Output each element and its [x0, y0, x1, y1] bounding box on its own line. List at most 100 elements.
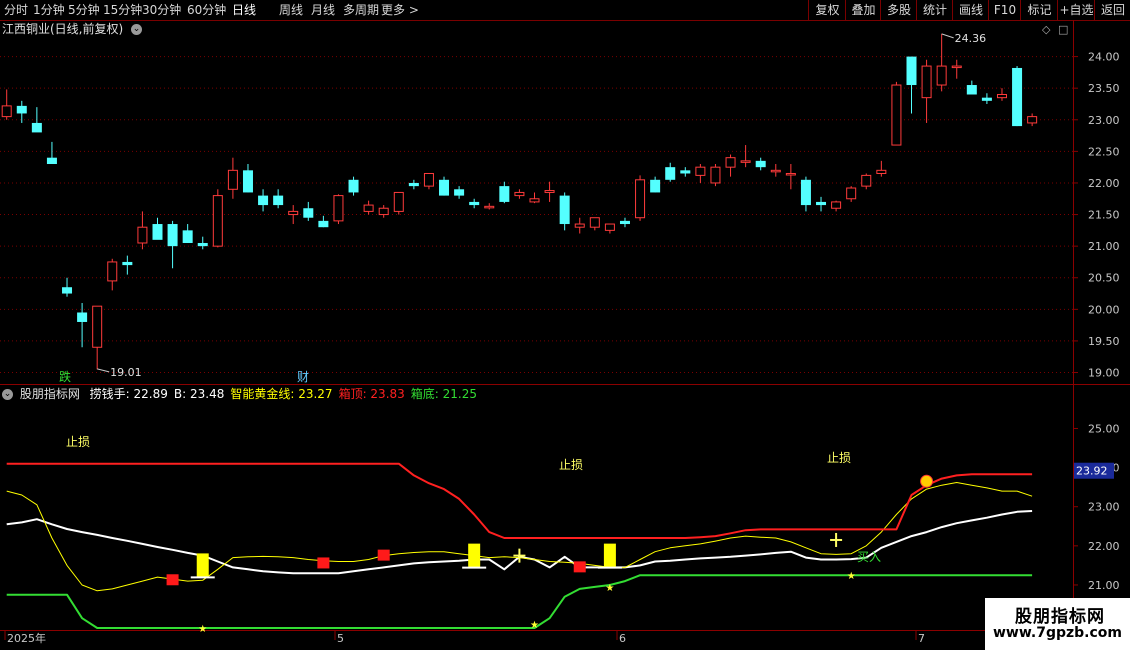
candle-body	[604, 223, 615, 231]
candle-body	[182, 230, 193, 243]
ind-tick-label: 21.00	[1088, 579, 1120, 592]
candle-body	[800, 179, 811, 206]
annotation-2: 止损	[827, 451, 851, 465]
candle-body	[227, 169, 238, 190]
current-value-label: 23.92	[1076, 465, 1108, 478]
candle-body	[363, 204, 374, 212]
candle-body	[16, 105, 27, 114]
watermark-line2: www.7gpzb.com	[993, 625, 1123, 641]
low-pointer	[97, 368, 110, 373]
candle-body	[906, 56, 917, 86]
candle-body	[46, 157, 57, 165]
time-label-1: 5	[337, 632, 344, 645]
candle-body	[393, 191, 404, 212]
price-tick-label: 20.00	[1088, 303, 1120, 316]
candle-body	[1027, 116, 1038, 124]
candle-body	[499, 186, 510, 202]
candle-body	[1012, 67, 1023, 127]
candle-body	[951, 65, 962, 69]
chart-canvas: 19.00 19.50 20.00 20.50 21.00 21.50 22.00 22.50…	[0, 20, 1130, 645]
candle-body	[635, 179, 646, 219]
signal-red-square	[573, 561, 586, 573]
candle-body	[936, 65, 947, 86]
candle-body	[77, 312, 88, 322]
candle-body	[62, 287, 73, 294]
candle-body	[212, 195, 223, 247]
time-label-3: 7	[918, 632, 925, 645]
high-pointer	[941, 33, 954, 39]
low-price-label: 19.01	[110, 366, 141, 379]
candle-body	[740, 160, 751, 163]
candle-body	[514, 191, 525, 197]
candle-body	[770, 169, 781, 173]
candle-body	[846, 187, 857, 200]
annotation-1: 止损	[559, 458, 583, 472]
candle-body	[197, 242, 208, 247]
candle-body	[1, 105, 12, 118]
price-tick-label: 22.50	[1088, 145, 1120, 158]
candle-body	[876, 169, 887, 174]
candle-body	[619, 220, 630, 225]
candle-body	[574, 223, 585, 228]
price-tick-label: 21.50	[1088, 209, 1120, 222]
candle-body	[966, 85, 977, 95]
candle-body	[288, 210, 299, 216]
candle-body	[378, 207, 389, 216]
candle-body	[891, 84, 902, 146]
signal-red-square	[317, 557, 330, 569]
price-tick-label: 19.00	[1088, 367, 1120, 380]
price-tick-label: 24.00	[1088, 51, 1120, 64]
candle-body	[122, 261, 133, 266]
price-tick-label: 22.00	[1088, 177, 1120, 190]
signal-star: ★	[847, 571, 856, 582]
candle-body	[665, 167, 676, 180]
candle-body	[167, 224, 178, 247]
candle-body	[31, 122, 42, 133]
time-label-0: 2025年	[7, 631, 46, 645]
signal-red-square	[377, 549, 390, 561]
candle-body	[333, 195, 344, 222]
signal-yellow-block	[603, 543, 616, 568]
price-tick-label: 20.50	[1088, 272, 1120, 285]
candle-body	[861, 174, 872, 187]
time-label-2: 6	[619, 632, 626, 645]
candle-body	[725, 157, 736, 168]
candle-body	[981, 97, 992, 101]
candle-body	[439, 179, 450, 196]
annotation-0: 止损	[66, 435, 90, 449]
signal-yellow-block	[468, 543, 481, 568]
marker-text-0: 跌	[59, 369, 71, 384]
candle-body	[454, 189, 465, 196]
candle-body	[273, 195, 284, 206]
watermark-line1: 股朋指标网	[1015, 607, 1105, 627]
candle-body	[650, 179, 661, 193]
ind-tick-label: 25.00	[1088, 422, 1120, 435]
candle-body	[318, 220, 329, 228]
candle-body	[484, 205, 495, 209]
site-watermark: 股朋指标网 www.7gpzb.com	[985, 598, 1130, 650]
signal-red-square	[166, 574, 179, 586]
candle-body	[816, 201, 827, 206]
candle-body	[831, 201, 842, 209]
price-tick-label: 23.00	[1088, 114, 1120, 127]
price-tick-label: 23.50	[1088, 82, 1120, 95]
candle-body	[303, 208, 314, 218]
ind-tick-label: 22.00	[1088, 540, 1120, 553]
signal-yellow-block	[196, 553, 209, 578]
annotation-3: 买入	[857, 550, 881, 564]
candle-body	[408, 182, 419, 187]
series-line-2	[6, 462, 1033, 539]
candle-body	[589, 217, 600, 228]
candle-body	[529, 198, 540, 203]
candle-body	[680, 170, 691, 174]
signal-star: ★	[198, 624, 207, 635]
candle-body	[559, 195, 570, 225]
candle-body	[348, 179, 359, 193]
ind-tick-label: 23.00	[1088, 501, 1120, 514]
signal-star: ★	[530, 620, 539, 631]
high-price-label: 24.36	[955, 32, 987, 45]
candle-body	[755, 160, 766, 168]
candle-body	[785, 172, 796, 176]
signal-star: ★	[605, 583, 614, 594]
series-line-3	[6, 574, 1033, 629]
